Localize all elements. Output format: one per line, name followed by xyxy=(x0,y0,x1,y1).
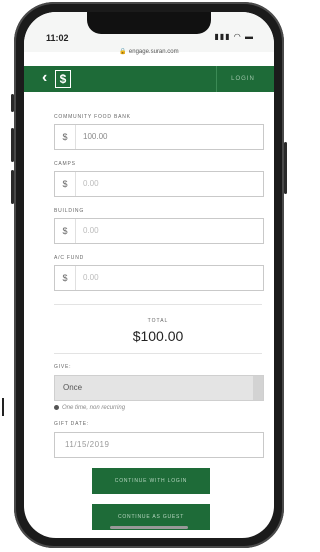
camps-amount-placeholder: 0.00 xyxy=(83,179,99,188)
camps-amount-input[interactable]: $ 0.00 xyxy=(54,171,264,197)
side-mark xyxy=(2,398,4,416)
currency-symbol: $ xyxy=(55,219,76,243)
field-label-food-bank: COMMUNITY FOOD BANK xyxy=(54,114,131,120)
mute-switch xyxy=(11,94,14,112)
total-label: TOTAL xyxy=(147,318,169,324)
top-nav: ‹ $ LOGIN xyxy=(24,66,274,92)
notch xyxy=(87,12,211,34)
gift-date-value: 11/15/2019 xyxy=(65,440,110,449)
volume-up-button xyxy=(11,128,14,162)
url-bar[interactable]: 🔒 engage.suran.com xyxy=(24,48,274,55)
field-label-ac-fund: A/C FUND xyxy=(54,255,85,261)
give-hint: One time, non recurring xyxy=(54,405,125,411)
select-arrow-icon xyxy=(253,376,263,400)
give-hint-text: One time, non recurring xyxy=(62,405,126,412)
lock-icon: 🔒 xyxy=(119,49,127,55)
currency-symbol: $ xyxy=(55,266,76,290)
food-bank-amount-input[interactable]: $ 100.00 xyxy=(54,124,264,150)
give-frequency-select[interactable]: Once xyxy=(54,375,264,401)
continue-with-login-button[interactable]: CONTINUE WITH LOGIN xyxy=(92,468,210,494)
ac-fund-amount-placeholder: 0.00 xyxy=(83,273,99,282)
volume-down-button xyxy=(11,170,14,204)
divider xyxy=(54,353,262,354)
status-bar: 11:02 ▮▮▮ ◠ ▬ xyxy=(24,12,274,52)
status-time: 11:02 xyxy=(46,33,69,43)
power-button xyxy=(284,142,287,194)
home-indicator[interactable] xyxy=(110,526,188,529)
status-icons: ▮▮▮ ◠ ▬ xyxy=(214,32,254,41)
info-icon xyxy=(54,405,59,410)
field-label-building: BUILDING xyxy=(54,208,85,214)
field-label-camps: CAMPS xyxy=(54,161,76,167)
phone-frame: 11:02 ▮▮▮ ◠ ▬ 🔒 engage.suran.com ‹ $ LOGI… xyxy=(11,2,287,548)
building-amount-placeholder: 0.00 xyxy=(83,226,99,235)
login-link[interactable]: LOGIN xyxy=(216,66,269,92)
currency-symbol: $ xyxy=(55,172,76,196)
give-label: GIVE: xyxy=(54,364,72,370)
food-bank-amount-value: 100.00 xyxy=(83,132,108,141)
back-chevron-icon[interactable]: ‹ xyxy=(42,69,47,87)
divider xyxy=(54,304,262,305)
give-frequency-value: Once xyxy=(63,383,83,392)
currency-symbol: $ xyxy=(55,125,76,149)
phone-screen: 11:02 ▮▮▮ ◠ ▬ 🔒 engage.suran.com ‹ $ LOGI… xyxy=(24,12,274,538)
url-text: engage.suran.com xyxy=(128,49,179,55)
gift-date-input[interactable]: 11/15/2019 xyxy=(54,432,264,458)
logo[interactable]: $ xyxy=(55,70,71,88)
total-amount: $100.00 xyxy=(132,328,184,344)
gift-date-label: GIFT DATE: xyxy=(54,421,90,427)
ac-fund-amount-input[interactable]: $ 0.00 xyxy=(54,265,264,291)
building-amount-input[interactable]: $ 0.00 xyxy=(54,218,264,244)
